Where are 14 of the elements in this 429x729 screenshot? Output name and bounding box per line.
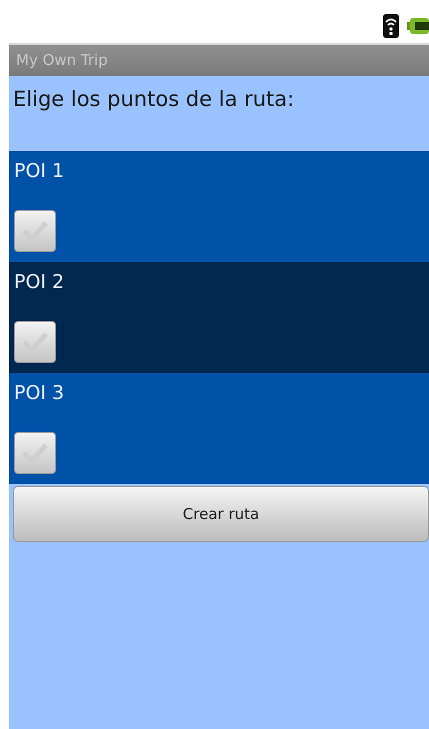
poi-label: POI 2 xyxy=(14,270,64,295)
poi-label: POI 1 xyxy=(14,159,64,184)
poi-label: POI 3 xyxy=(14,381,64,406)
checkbox[interactable] xyxy=(14,432,56,474)
poi-list-item[interactable]: POI 1 xyxy=(9,151,429,262)
window-title: My Own Trip xyxy=(9,45,429,76)
poi-list-item[interactable]: POI 2 xyxy=(9,262,429,373)
create-route-button[interactable]: Crear ruta xyxy=(13,486,429,542)
wifi-icon xyxy=(383,14,399,38)
battery-icon xyxy=(407,18,429,34)
heading: Elige los puntos de la ruta: xyxy=(12,86,296,113)
checkbox[interactable] xyxy=(14,321,56,363)
poi-list-item[interactable]: POI 3 xyxy=(9,373,429,484)
checkbox[interactable] xyxy=(14,210,56,252)
